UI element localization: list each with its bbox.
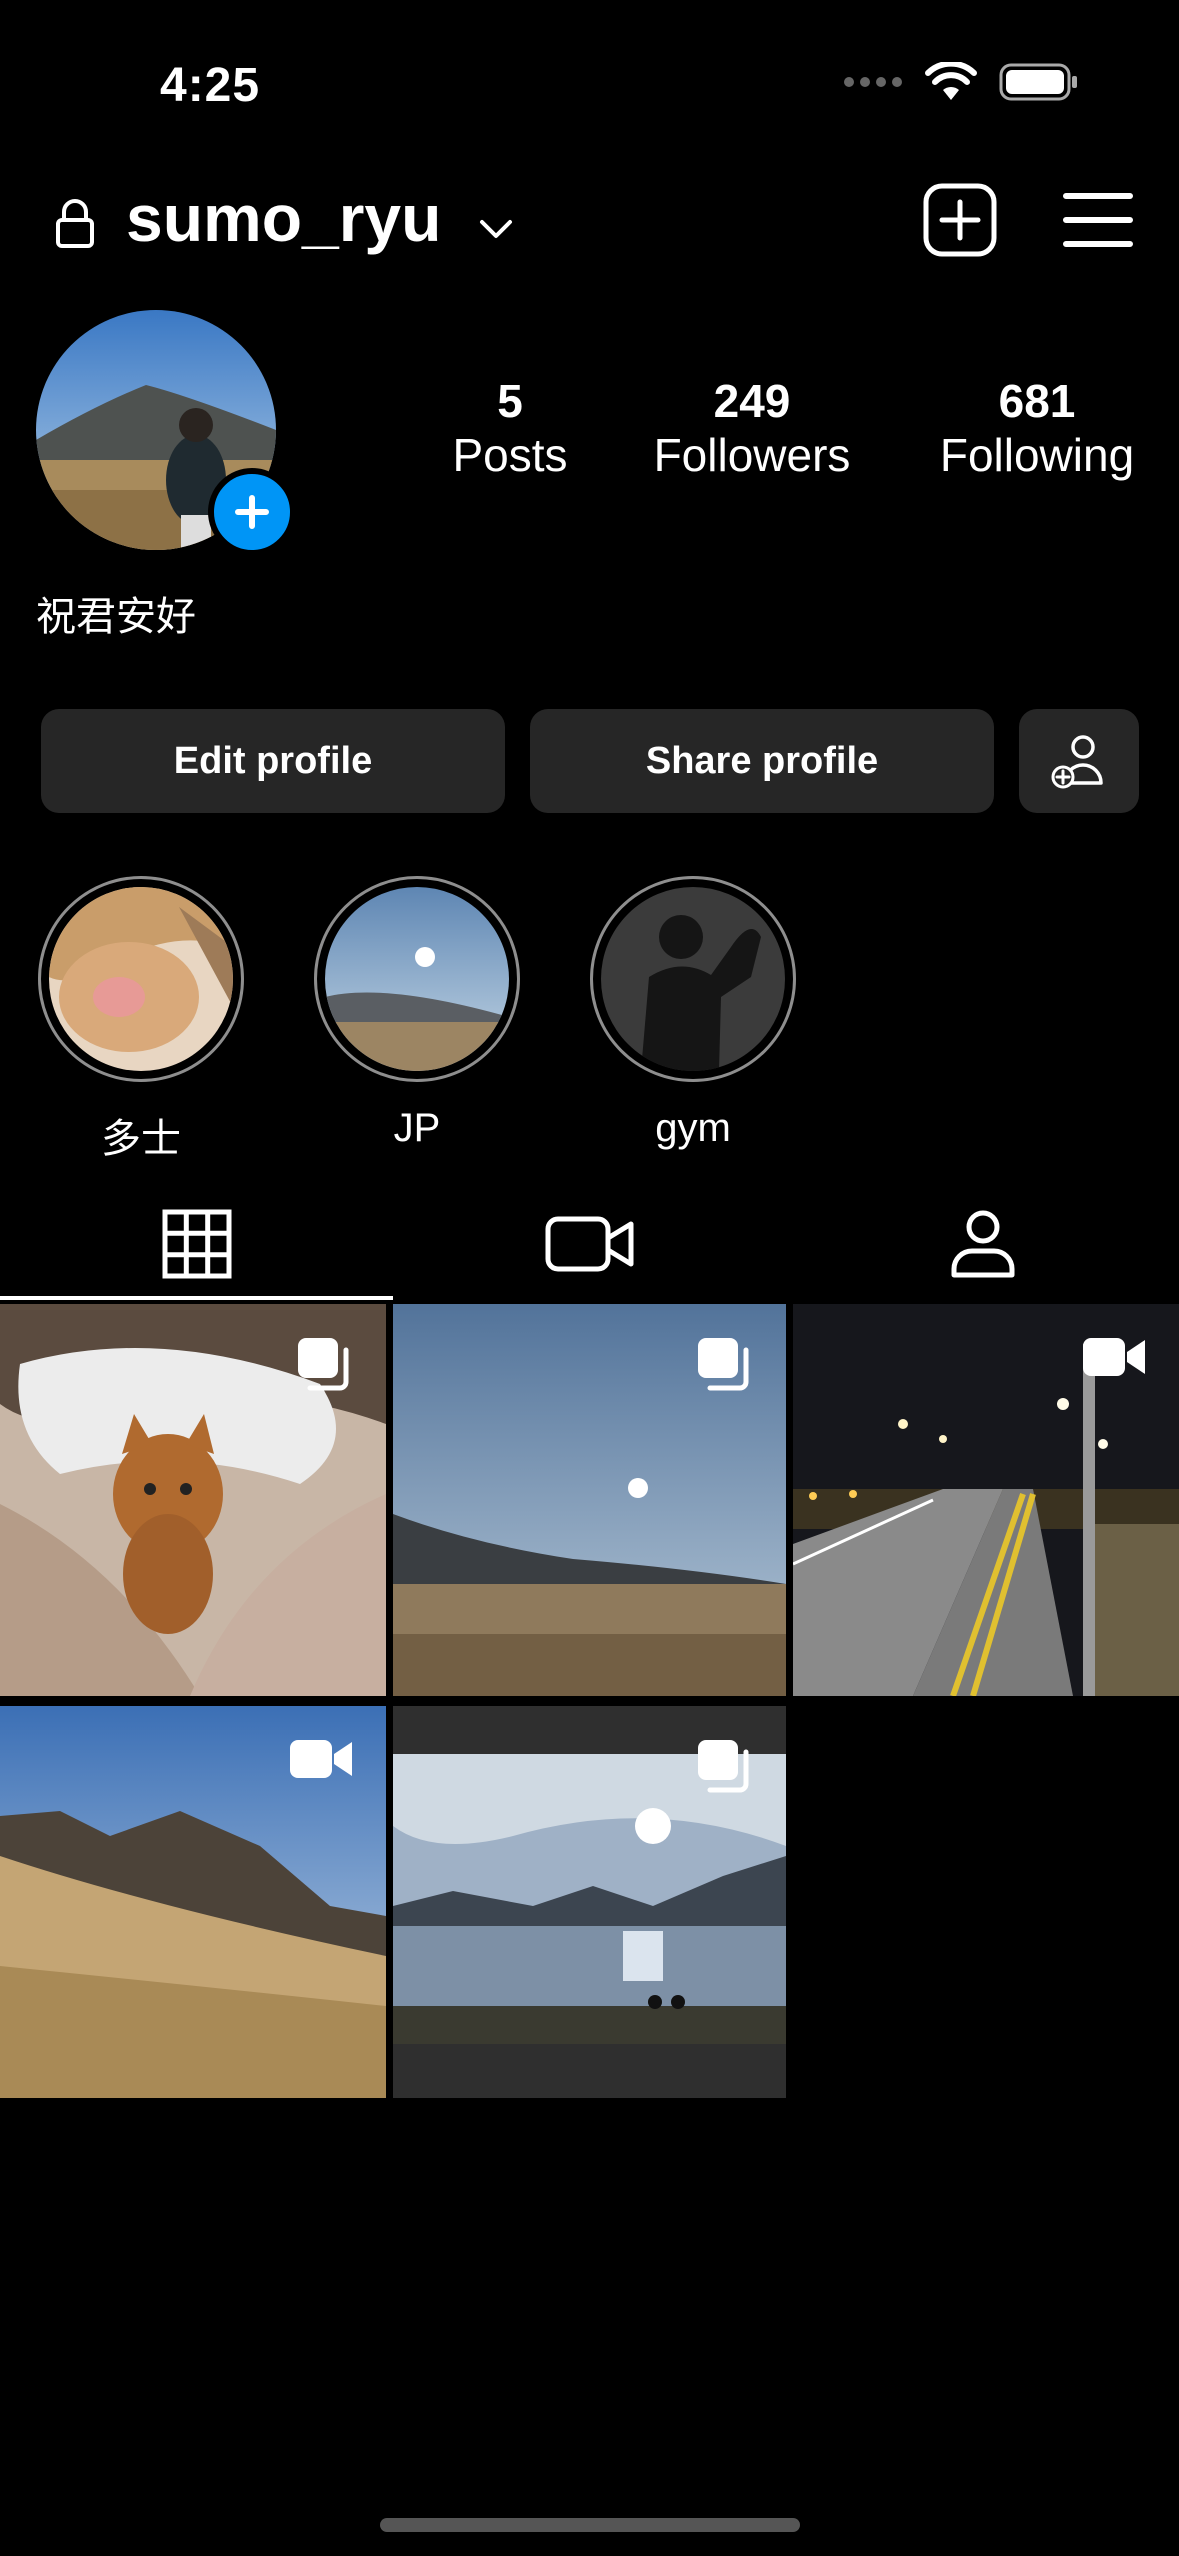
tab-reels[interactable] — [393, 1190, 786, 1298]
add-person-icon — [1051, 735, 1103, 789]
post-tile-4[interactable] — [0, 1706, 386, 2098]
plus-square-icon — [923, 183, 997, 257]
stat-followers[interactable]: 249 Followers — [640, 374, 864, 482]
video-camera-icon — [545, 1216, 633, 1272]
person-icon — [951, 1210, 1014, 1278]
carousel-icon — [698, 1740, 749, 1793]
stat-label: Following — [939, 429, 1135, 481]
highlight-label: gym — [655, 1106, 731, 1150]
carousel-icon — [698, 1338, 749, 1391]
post-tile-3[interactable] — [793, 1304, 1179, 1696]
stat-number: 249 — [713, 375, 791, 427]
highlight-2[interactable] — [314, 876, 520, 1082]
stat-number: 681 — [998, 375, 1076, 427]
discover-people-button[interactable] — [1019, 709, 1139, 813]
wifi-icon — [925, 62, 977, 100]
stat-posts[interactable]: 5 Posts — [440, 374, 580, 482]
signal-icon — [844, 77, 902, 87]
carousel-icon — [298, 1338, 349, 1391]
stat-label: Followers — [653, 429, 851, 481]
hamburger-menu-icon — [1063, 193, 1133, 247]
add-story-button[interactable] — [208, 468, 296, 556]
share-profile-button[interactable]: Share profile — [530, 709, 994, 813]
chevron-down-icon[interactable] — [476, 216, 516, 242]
video-icon — [1083, 1338, 1145, 1376]
tab-posts-grid[interactable] — [0, 1190, 393, 1298]
create-post-button[interactable] — [920, 180, 1000, 260]
post-tile-1[interactable] — [0, 1304, 386, 1696]
post-tile-2[interactable] — [393, 1304, 786, 1696]
highlight-label: JP — [393, 1106, 441, 1150]
plus-icon — [235, 495, 269, 529]
stat-label: Posts — [452, 429, 568, 481]
highlight-1[interactable] — [38, 876, 244, 1082]
username[interactable]: sumo_ryu — [126, 180, 441, 256]
highlight-3[interactable] — [590, 876, 796, 1082]
edit-profile-button[interactable]: Edit profile — [41, 709, 505, 813]
menu-button[interactable] — [1058, 180, 1138, 260]
video-icon — [290, 1740, 352, 1778]
grid-icon — [162, 1209, 231, 1279]
home-indicator[interactable] — [380, 2518, 800, 2532]
lock-icon — [56, 199, 94, 248]
highlight-label: 多士 — [101, 1117, 181, 1161]
post-tile-5[interactable] — [393, 1706, 786, 2098]
tab-tagged[interactable] — [786, 1190, 1179, 1298]
battery-icon — [999, 63, 1077, 101]
status-icons — [843, 62, 1079, 102]
stat-following[interactable]: 681 Following — [926, 374, 1148, 482]
profile-bio: 祝君安好 — [36, 595, 196, 639]
stat-number: 5 — [497, 375, 523, 427]
active-tab-indicator — [0, 1296, 393, 1300]
status-time: 4:25 — [160, 59, 261, 112]
